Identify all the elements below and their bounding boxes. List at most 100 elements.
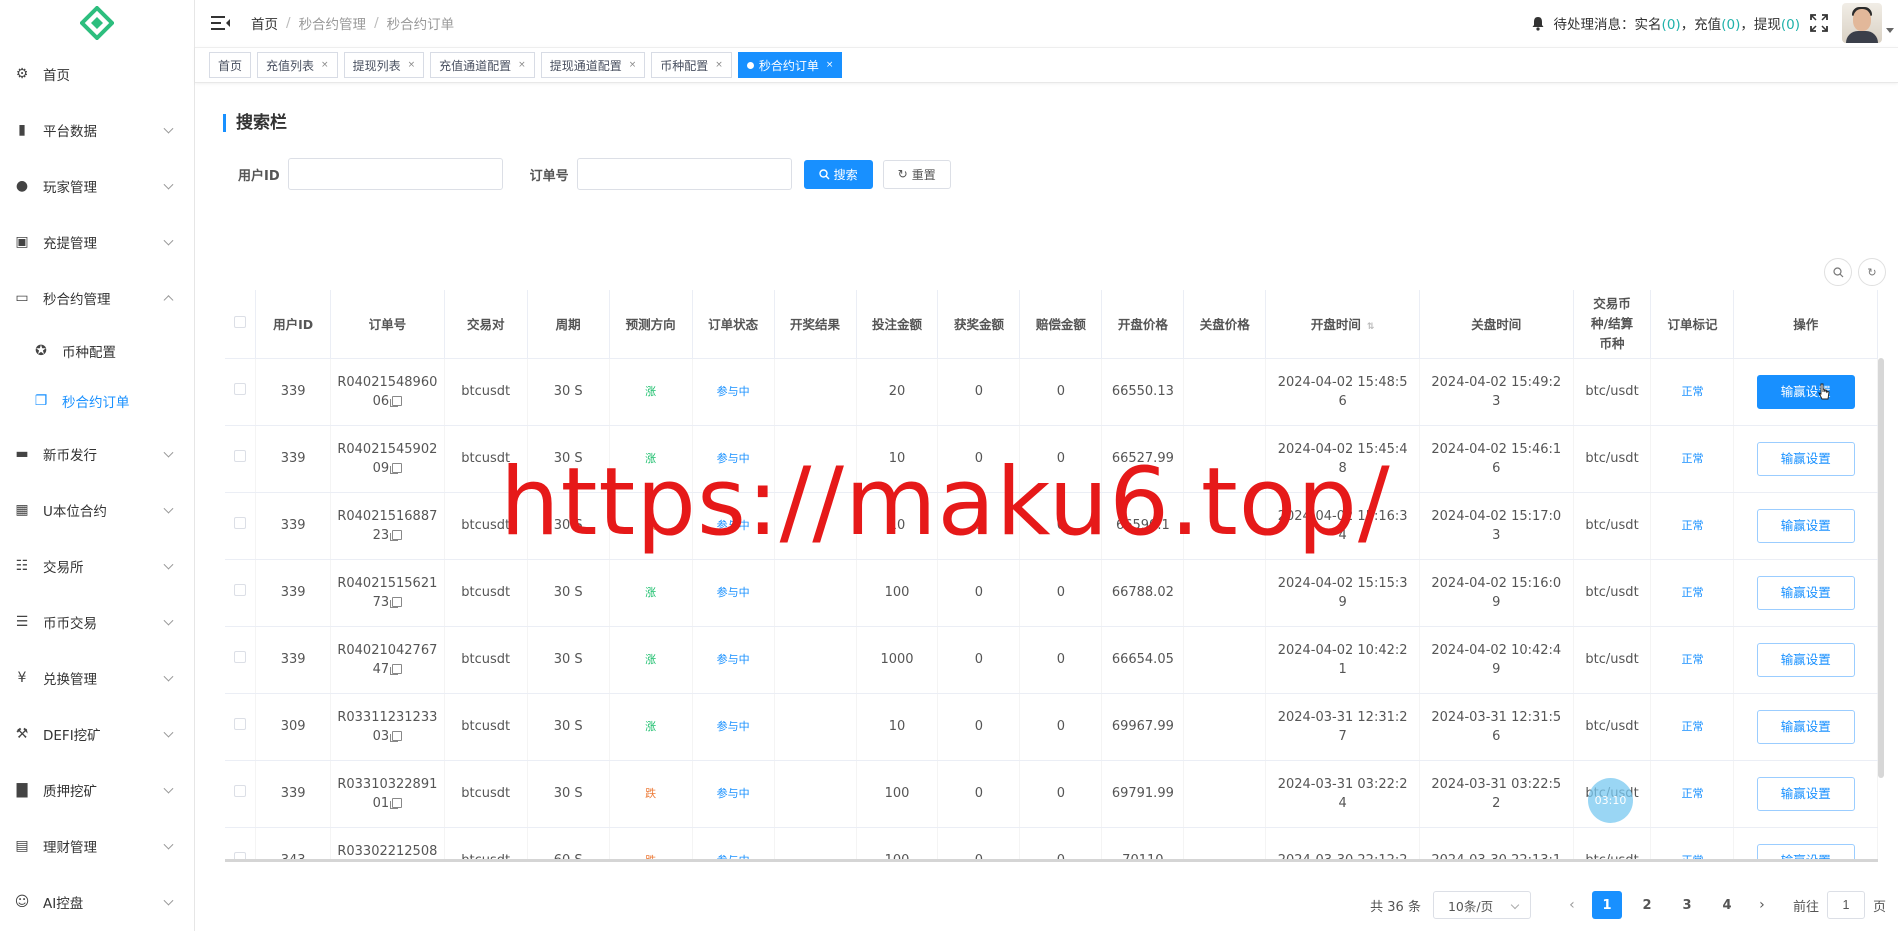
- sidebar-item-0[interactable]: ⚙ 首页: [0, 46, 194, 102]
- tab-5[interactable]: 币种配置 ×: [651, 52, 732, 78]
- copy-icon[interactable]: [390, 798, 403, 809]
- vertical-scrollbar[interactable]: [1878, 358, 1884, 778]
- close-icon[interactable]: ×: [518, 60, 526, 70]
- row-checkbox[interactable]: [234, 450, 247, 462]
- win-loss-setting-button[interactable]: 输赢设置: [1756, 776, 1855, 811]
- win-loss-setting-button[interactable]: 输赢设置: [1756, 709, 1855, 744]
- status-tag: 参与中: [716, 720, 750, 733]
- page-number[interactable]: 1: [1591, 891, 1622, 919]
- copy-icon[interactable]: [390, 396, 403, 407]
- goto-page-input[interactable]: [1826, 891, 1865, 919]
- column-header: 获奖金额: [937, 290, 1021, 359]
- order-no-input[interactable]: [576, 158, 792, 190]
- mark-tag: 正常: [1681, 586, 1704, 599]
- close-icon[interactable]: ×: [826, 60, 834, 70]
- row-checkbox[interactable]: [234, 584, 247, 596]
- close-time-cell: 2024-04-02 10:42:4 9: [1419, 626, 1574, 694]
- row-checkbox[interactable]: [234, 383, 247, 395]
- sidebar-item-10[interactable]: ☰ 币币交易: [0, 594, 194, 650]
- sidebar-item-7[interactable]: ▬ 新币发行: [0, 426, 194, 482]
- win-loss-setting-button[interactable]: 输赢设置: [1756, 508, 1855, 543]
- close-price-cell: [1183, 626, 1267, 694]
- page-size-select[interactable]: 10条/页: [1432, 891, 1531, 919]
- column-header: 开奖结果: [774, 290, 857, 359]
- copy-icon[interactable]: [390, 597, 403, 608]
- sidebar-item-4[interactable]: ▭ 秒合约管理: [0, 270, 194, 326]
- copy-icon[interactable]: [390, 463, 403, 474]
- chevron-down-icon: [163, 235, 174, 246]
- sidebar-item-9[interactable]: ☷ 交易所: [0, 538, 194, 594]
- pair-cell: btcusdt: [444, 693, 528, 761]
- win-loss-setting-button[interactable]: 输赢设置: [1756, 843, 1855, 859]
- search-button[interactable]: 搜索: [803, 159, 873, 189]
- close-icon[interactable]: ×: [408, 60, 416, 70]
- row-checkbox[interactable]: [234, 718, 247, 730]
- page-number[interactable]: 4: [1712, 891, 1742, 919]
- sidebar-item-6[interactable]: ❐ 秒合约订单: [0, 376, 194, 426]
- prev-page-icon[interactable]: ‹: [1557, 891, 1587, 919]
- period-cell: 30 S: [527, 626, 610, 694]
- sidebar-item-label: 首页: [43, 68, 70, 84]
- sidebar-item-14[interactable]: ▤ 理财管理: [0, 818, 194, 874]
- copy-icon[interactable]: [390, 731, 403, 742]
- close-icon[interactable]: ×: [629, 60, 637, 70]
- user-id-input[interactable]: [287, 158, 503, 190]
- goto-page: 前往 页: [1793, 891, 1886, 919]
- sidebar-item-15[interactable]: ☺ AI控盘: [0, 874, 194, 930]
- refresh-table-icon[interactable]: ↻: [1858, 258, 1886, 286]
- sidebar-item-13[interactable]: ▇ 质押挖矿: [0, 762, 194, 818]
- column-header[interactable]: 开盘时间 ⇅: [1265, 290, 1420, 359]
- action-cell: 输赢设置: [1733, 425, 1878, 493]
- close-icon[interactable]: ×: [321, 60, 329, 70]
- table-tools: ↻: [1818, 258, 1886, 286]
- fullscreen-icon[interactable]: [1810, 14, 1828, 32]
- app-logo[interactable]: [0, 0, 194, 46]
- win-loss-setting-button[interactable]: 输赢设置: [1756, 575, 1855, 610]
- copy-icon[interactable]: [390, 530, 403, 541]
- win-loss-setting-button[interactable]: 输赢设置: [1756, 441, 1855, 476]
- column-header: 关盘时间: [1419, 290, 1574, 359]
- close-icon[interactable]: ×: [715, 60, 723, 70]
- column-header: 订单号: [330, 290, 445, 359]
- caret-down-icon[interactable]: [1886, 27, 1894, 33]
- reset-button[interactable]: ↻ 重置: [882, 159, 951, 189]
- tab-2[interactable]: 提现列表 ×: [343, 52, 425, 78]
- select-all-checkbox[interactable]: [234, 316, 247, 329]
- toggle-search-icon[interactable]: [1824, 258, 1852, 286]
- menu-toggle-icon[interactable]: [211, 16, 230, 30]
- sidebar-item-5[interactable]: ✪ 币种配置: [0, 326, 194, 376]
- breadcrumb-separator: /: [286, 15, 291, 31]
- sidebar-item-2[interactable]: ● 玩家管理: [0, 158, 194, 214]
- row-checkbox[interactable]: [234, 785, 247, 797]
- pending-messages[interactable]: 待处理消息：实名(0)，充值(0)，提现(0): [1554, 13, 1800, 33]
- tab-1[interactable]: 充值列表 ×: [257, 52, 338, 78]
- sidebar-item-8[interactable]: ▦ U本位合约: [0, 482, 194, 538]
- direction-tag: 涨: [645, 720, 657, 733]
- breadcrumb-home[interactable]: 首页: [251, 13, 278, 33]
- next-page-icon[interactable]: ›: [1747, 891, 1777, 919]
- copy-icon[interactable]: [390, 664, 403, 675]
- sort-icon[interactable]: ⇅: [1367, 322, 1375, 332]
- diamond-logo-icon: [80, 6, 114, 40]
- open-time-cell: 2024-03-31 03:22:2 4: [1265, 760, 1420, 828]
- tab-0[interactable]: 首页: [209, 52, 252, 78]
- bell-icon[interactable]: [1531, 16, 1545, 31]
- row-checkbox[interactable]: [234, 651, 247, 663]
- sidebar-item-12[interactable]: ⚒ DEFI挖矿: [0, 706, 194, 762]
- open-price-cell: 66654.05: [1101, 626, 1185, 694]
- row-checkbox[interactable]: [234, 852, 247, 859]
- win-loss-setting-button[interactable]: 输赢设置: [1756, 374, 1855, 409]
- user-avatar[interactable]: [1842, 3, 1882, 43]
- tab-6[interactable]: 秒合约订单 ×: [737, 52, 843, 78]
- tab-4[interactable]: 提现通道配置 ×: [540, 52, 646, 78]
- row-checkbox[interactable]: [234, 517, 247, 529]
- page-number[interactable]: 3: [1672, 891, 1702, 919]
- page-number[interactable]: 2: [1632, 891, 1662, 919]
- direction-cell: 涨: [609, 559, 693, 627]
- open-price-cell: 66788.02: [1101, 559, 1185, 627]
- tab-3[interactable]: 充值通道配置 ×: [430, 52, 535, 78]
- win-loss-setting-button[interactable]: 输赢设置: [1756, 642, 1855, 677]
- sidebar-item-1[interactable]: ▮ 平台数据: [0, 102, 194, 158]
- sidebar-item-3[interactable]: ▣ 充提管理: [0, 214, 194, 270]
- sidebar-item-11[interactable]: ¥ 兑换管理: [0, 650, 194, 706]
